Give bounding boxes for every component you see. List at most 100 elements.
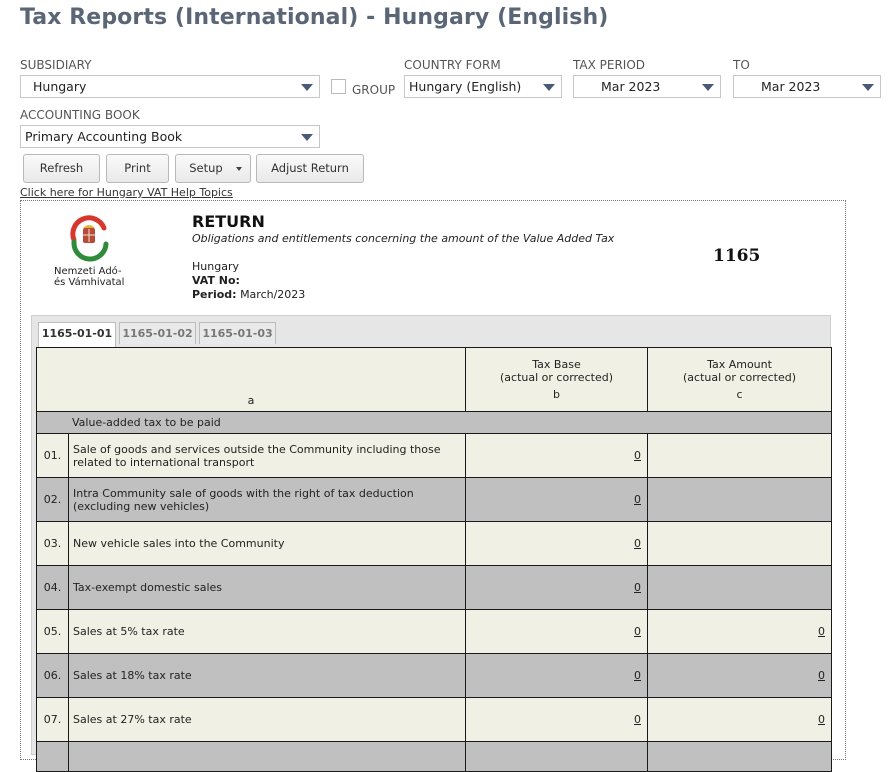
period-value: March/2023 bbox=[240, 288, 306, 301]
country-form-select[interactable]: Hungary (English) bbox=[404, 75, 562, 98]
form-number: 1165 bbox=[713, 246, 761, 266]
page-title: Tax Reports (International) - Hungary (E… bbox=[20, 5, 609, 30]
tax-amount-link[interactable]: 0 bbox=[818, 669, 825, 682]
tax-amount-cell bbox=[647, 521, 832, 566]
row-number: 04. bbox=[36, 565, 69, 610]
tax-base-link[interactable]: 0 bbox=[634, 581, 641, 594]
row-description: Sales at 18% tax rate bbox=[68, 653, 466, 698]
tax-base-subtitle: (actual or corrected) bbox=[500, 371, 613, 384]
tax-period-value: Mar 2023 bbox=[601, 79, 661, 94]
subsidiary-value: Hungary bbox=[33, 79, 87, 94]
row-number: 06. bbox=[36, 653, 69, 698]
tax-base-cell: 0 bbox=[465, 565, 648, 610]
chevron-down-icon bbox=[543, 84, 555, 91]
tax-base-cell: 0 bbox=[465, 521, 648, 566]
tax-period-label: TAX PERIOD bbox=[573, 58, 646, 72]
caret-down-icon bbox=[236, 167, 242, 171]
row-number: 07. bbox=[36, 697, 69, 742]
tax-amount-link[interactable]: 0 bbox=[818, 625, 825, 638]
help-link[interactable]: Click here for Hungary VAT Help Topics bbox=[20, 186, 233, 199]
period-row: Period: March/2023 bbox=[192, 288, 305, 301]
chevron-down-icon bbox=[862, 84, 874, 91]
row-description: Sale of goods and services outside the C… bbox=[68, 433, 466, 478]
tax-base-title: Tax Base bbox=[532, 358, 581, 371]
tax-amount-cell: 0 bbox=[647, 653, 832, 698]
table-row: 07. Sales at 27% tax rate 0 0 bbox=[36, 697, 832, 742]
setup-label: Setup bbox=[189, 161, 223, 175]
row-number: 02. bbox=[36, 477, 69, 522]
tab-1165-01-03[interactable]: 1165-01-03 bbox=[199, 322, 276, 344]
vat-label: VAT No: bbox=[192, 274, 240, 287]
subsidiary-label: SUBSIDIARY bbox=[20, 58, 92, 72]
accounting-book-select[interactable]: Primary Accounting Book bbox=[20, 125, 320, 148]
tax-amount-cell: 0 bbox=[647, 609, 832, 654]
row-number: 03. bbox=[36, 521, 69, 566]
tax-base-link[interactable]: 0 bbox=[634, 537, 641, 550]
period-label: Period: bbox=[192, 288, 237, 301]
table-row: 03. New vehicle sales into the Community 0 bbox=[36, 521, 832, 566]
adjust-return-button[interactable]: Adjust Return bbox=[256, 154, 364, 183]
table-row: 02. Intra Community sale of goods with th… bbox=[36, 477, 832, 522]
print-button[interactable]: Print bbox=[106, 154, 169, 183]
tax-base-cell: 0 bbox=[465, 477, 648, 522]
column-header-c: Tax Amount (actual or corrected) c bbox=[647, 347, 832, 412]
section-title: Value-added tax to be paid bbox=[36, 411, 832, 434]
accounting-book-label: ACCOUNTING BOOK bbox=[20, 108, 140, 122]
row-description: Sales at 27% tax rate bbox=[68, 697, 466, 742]
tax-base-link[interactable]: 0 bbox=[634, 449, 641, 462]
vat-return-table: a Tax Base (actual or corrected) b Tax A… bbox=[36, 347, 832, 772]
column-header-b: Tax Base (actual or corrected) b bbox=[465, 347, 648, 412]
tax-base-cell: 0 bbox=[465, 697, 648, 742]
tab-1165-01-02[interactable]: 1165-01-02 bbox=[119, 322, 196, 344]
to-period-select[interactable]: Mar 2023 bbox=[733, 75, 881, 98]
tax-amount-cell bbox=[647, 477, 832, 522]
table-row: 05. Sales at 5% tax rate 0 0 bbox=[36, 609, 832, 654]
tax-amount-link[interactable]: 0 bbox=[818, 713, 825, 726]
group-checkbox[interactable] bbox=[331, 79, 346, 94]
tab-1165-01-01[interactable]: 1165-01-01 bbox=[38, 322, 116, 347]
table-row bbox=[36, 741, 832, 772]
to-period-value: Mar 2023 bbox=[761, 79, 821, 94]
subsidiary-select[interactable]: Hungary bbox=[20, 75, 320, 98]
chevron-down-icon bbox=[301, 84, 313, 91]
tax-base-link[interactable]: 0 bbox=[634, 713, 641, 726]
row-description: New vehicle sales into the Community bbox=[68, 521, 466, 566]
row-description: Sales at 5% tax rate bbox=[68, 609, 466, 654]
table-row: 04. Tax-exempt domestic sales 0 bbox=[36, 565, 832, 610]
tax-base-cell: 0 bbox=[465, 609, 648, 654]
tax-amount-cell: 0 bbox=[647, 697, 832, 742]
return-title: RETURN bbox=[192, 212, 265, 231]
tax-amount-title: Tax Amount bbox=[707, 358, 772, 371]
chevron-down-icon bbox=[301, 134, 313, 141]
tax-base-link[interactable]: 0 bbox=[634, 493, 641, 506]
logo-line1: Nemzeti Adó- bbox=[54, 266, 122, 277]
row-description: Intra Community sale of goods with the r… bbox=[68, 477, 466, 522]
tax-base-link[interactable]: 0 bbox=[634, 625, 641, 638]
setup-button[interactable]: Setup bbox=[175, 154, 251, 183]
group-label: GROUP bbox=[352, 83, 396, 97]
tax-base-cell: 0 bbox=[465, 653, 648, 698]
report-country: Hungary bbox=[192, 260, 239, 273]
row-description: Tax-exempt domestic sales bbox=[68, 565, 466, 610]
table-row: 01. Sale of goods and services outside th… bbox=[36, 433, 832, 478]
tax-base-link[interactable]: 0 bbox=[634, 669, 641, 682]
country-form-label: COUNTRY FORM bbox=[404, 58, 501, 72]
column-b-letter: b bbox=[553, 388, 560, 401]
tax-period-select[interactable]: Mar 2023 bbox=[573, 75, 721, 98]
nav-logo-icon bbox=[66, 212, 112, 262]
column-header-row: a Tax Base (actual or corrected) b Tax A… bbox=[36, 347, 832, 412]
section-row: Value-added tax to be paid bbox=[36, 411, 832, 434]
chevron-down-icon bbox=[702, 84, 714, 91]
vat-number-row: VAT No: bbox=[192, 274, 240, 287]
logo-line2: és Vámhivatal bbox=[54, 277, 125, 288]
to-label: TO bbox=[733, 58, 750, 72]
return-subtitle: Obligations and entitlements concerning … bbox=[192, 232, 615, 245]
tax-amount-cell bbox=[647, 433, 832, 478]
row-number: 01. bbox=[36, 433, 69, 478]
tax-amount-subtitle: (actual or corrected) bbox=[683, 371, 796, 384]
country-form-value: Hungary (English) bbox=[409, 79, 522, 94]
refresh-button[interactable]: Refresh bbox=[23, 154, 100, 183]
table-row: 06. Sales at 18% tax rate 0 0 bbox=[36, 653, 832, 698]
tax-amount-cell bbox=[647, 565, 832, 610]
tax-base-cell: 0 bbox=[465, 433, 648, 478]
